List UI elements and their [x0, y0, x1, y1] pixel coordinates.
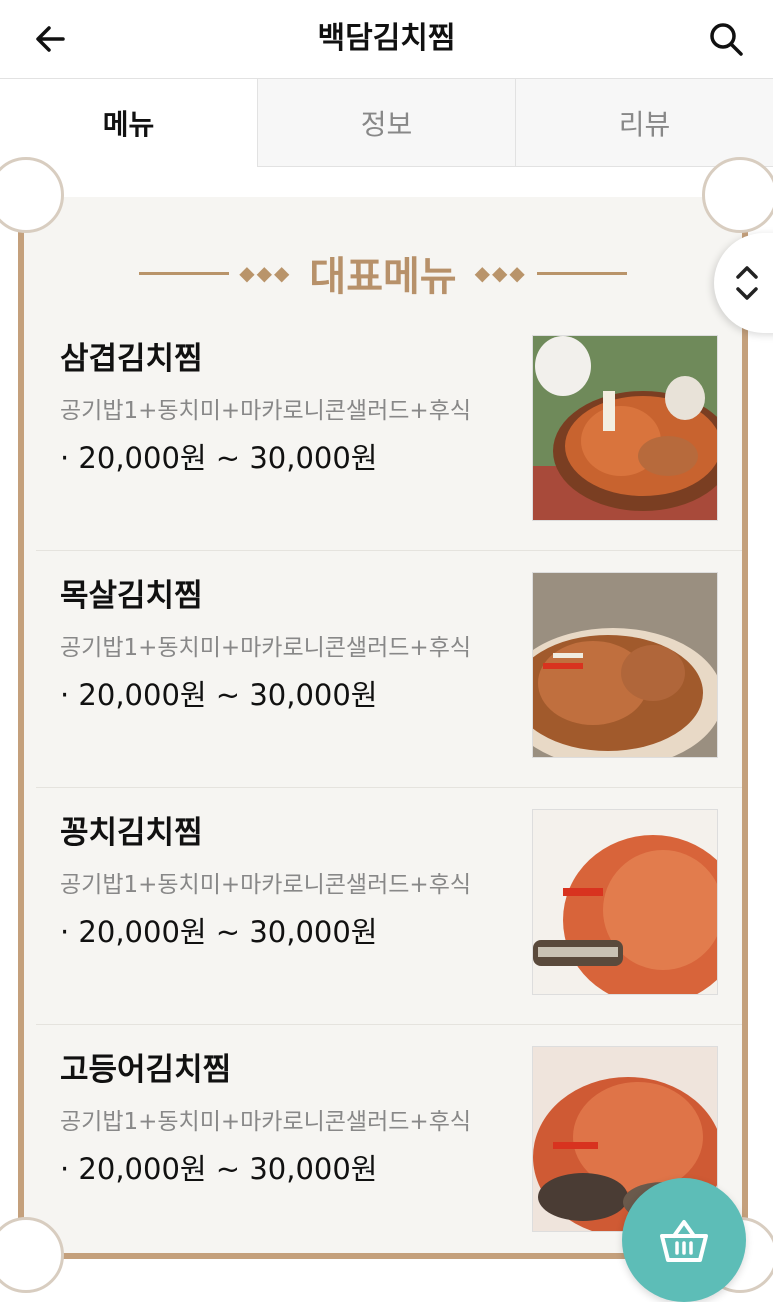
menu-item-description: 공기밥1+동치미+마카로니콘샐러드+후식	[60, 1109, 472, 1135]
menu-item-description: 공기밥1+동치미+마카로니콘샐러드+후식	[60, 872, 472, 898]
menu-item-photo[interactable]	[532, 809, 718, 995]
menu-item-price: · 20,000원 ~ 30,000원	[60, 441, 378, 475]
menu-item-name: 목살김치찜	[60, 578, 203, 614]
menu-item-photo[interactable]	[532, 572, 718, 758]
chevron-up-down-icon	[736, 266, 758, 300]
ornament-diamond-icon: ◆◆◆	[239, 261, 292, 285]
tab-info[interactable]: 정보	[257, 79, 515, 167]
ornament-line	[536, 271, 627, 275]
menu-panel: ◆◆◆ 대표메뉴 ◆◆◆ 삼겹김치찜 공기밥1+동치미+마카로니콘샐러드+후식 …	[0, 157, 773, 1293]
ornament-diamond-icon: ◆◆◆	[474, 261, 527, 285]
menu-item[interactable]: 삼겹김치찜 공기밥1+동치미+마카로니콘샐러드+후식 · 20,000원 ~ 3…	[36, 315, 742, 551]
tab-bar: 메뉴 정보 리뷰	[0, 79, 773, 167]
menu-item-photo[interactable]	[532, 335, 718, 521]
back-button[interactable]	[28, 16, 74, 62]
app-header: 백담김치찜	[0, 0, 773, 79]
menu-item-price: · 20,000원 ~ 30,000원	[60, 1152, 378, 1186]
menu-item-name: 고등어김치찜	[60, 1052, 232, 1088]
search-icon	[710, 23, 743, 56]
decorative-corner	[0, 157, 64, 233]
section-heading: ◆◆◆ 대표메뉴 ◆◆◆	[24, 247, 742, 300]
cart-button[interactable]	[622, 1178, 746, 1302]
menu-item[interactable]: 목살김치찜 공기밥1+동치미+마카로니콘샐러드+후식 · 20,000원 ~ 3…	[36, 552, 742, 788]
menu-card: ◆◆◆ 대표메뉴 ◆◆◆ 삼겹김치찜 공기밥1+동치미+마카로니콘샐러드+후식 …	[0, 157, 773, 1293]
menu-item-name: 삼겹김치찜	[60, 341, 203, 377]
menu-item-description: 공기밥1+동치미+마카로니콘샐러드+후식	[60, 635, 472, 661]
menu-item-name: 꽁치김치찜	[60, 815, 203, 851]
section-title: 대표메뉴	[309, 254, 457, 300]
tab-reviews[interactable]: 리뷰	[515, 79, 773, 167]
menu-item[interactable]: 꽁치김치찜 공기밥1+동치미+마카로니콘샐러드+후식 · 20,000원 ~ 3…	[36, 789, 742, 1025]
menu-item-description: 공기밥1+동치미+마카로니콘샐러드+후식	[60, 398, 472, 424]
menu-item-price: · 20,000원 ~ 30,000원	[60, 678, 378, 712]
page-title: 백담김치찜	[317, 21, 456, 56]
ornament-line	[139, 271, 230, 275]
search-button[interactable]	[703, 16, 749, 62]
arrow-left-icon	[36, 26, 65, 52]
decorative-corner	[702, 157, 773, 233]
tab-menu[interactable]: 메뉴	[0, 79, 257, 167]
basket-icon	[660, 1220, 708, 1262]
menu-item-price: · 20,000원 ~ 30,000원	[60, 915, 378, 949]
